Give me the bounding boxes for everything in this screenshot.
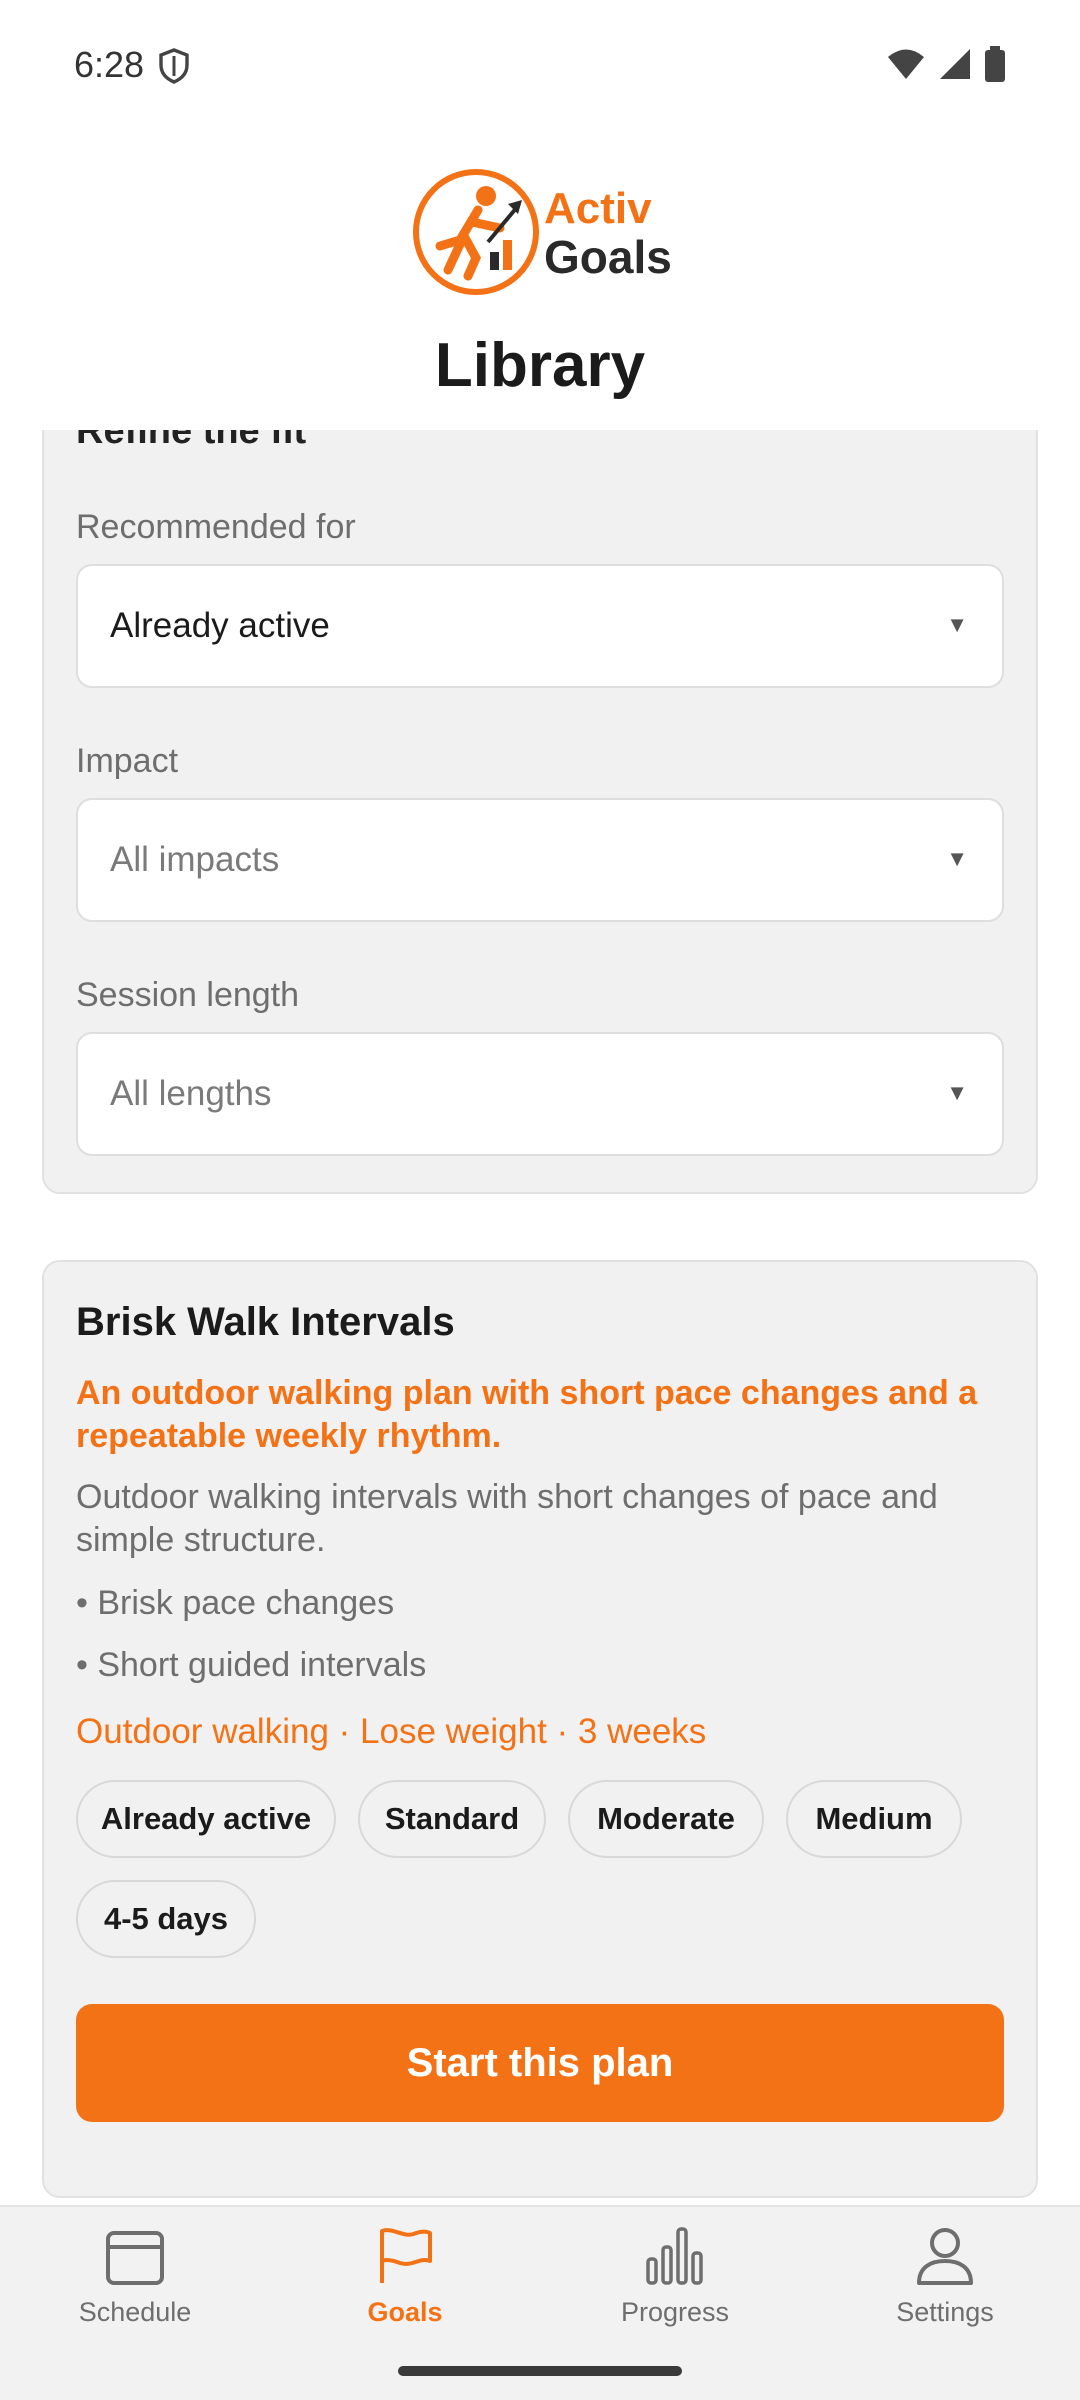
start-plan-button[interactable]: Start this plan <box>76 2004 1004 2122</box>
session-length-value: All lengths <box>110 1074 272 1113</box>
plan-tagline: An outdoor walking plan with short pace … <box>76 1374 978 1455</box>
dropdown-arrow-icon: ▼ <box>946 1080 968 1105</box>
person-icon <box>917 2228 973 2285</box>
plan-card[interactable]: Brisk Walk Intervals An outdoor walking … <box>42 1260 1038 2198</box>
nav-label-goals: Goals <box>367 2297 443 2327</box>
nav-label-progress: Progress <box>620 2297 730 2327</box>
battery-icon <box>984 46 1006 87</box>
impact-value: All impacts <box>110 840 280 879</box>
runner-logo-icon <box>413 169 539 295</box>
nav-label-settings: Settings <box>896 2297 994 2327</box>
session-length-label: Session length <box>76 976 300 1014</box>
status-time: 6:28 <box>74 44 145 85</box>
tag-chip: Medium <box>786 1780 962 1858</box>
tag-chip: Moderate <box>568 1780 764 1858</box>
dropdown-arrow-icon: ▼ <box>946 846 968 871</box>
impact-select[interactable]: All impacts ▼ <box>76 798 1004 922</box>
nav-item-progress[interactable]: Progress <box>540 2225 810 2345</box>
plan-bullet: • Short guided intervals <box>76 1646 427 1684</box>
shield-icon <box>158 48 190 89</box>
calendar-icon <box>106 2231 164 2285</box>
wifi-icon <box>886 48 926 85</box>
plan-meta: Outdoor walking · Lose weight · 3 weeks <box>76 1712 707 1751</box>
tag-chip: Already active <box>76 1780 336 1858</box>
logo-wordmark-activ: Activ <box>544 184 652 233</box>
home-indicator[interactable] <box>398 2366 682 2376</box>
status-icons <box>886 46 1006 87</box>
plan-description: Outdoor walking intervals with short cha… <box>76 1478 938 1559</box>
status-bar: 6:28 <box>0 0 1080 130</box>
cellular-signal-icon <box>938 47 972 86</box>
filter-card-heading: Refine the fit <box>76 430 307 452</box>
dropdown-arrow-icon: ▼ <box>946 612 968 637</box>
nav-item-schedule[interactable]: Schedule <box>0 2225 270 2345</box>
bar-chart-icon <box>646 2227 703 2285</box>
app-screen: 6:28 Activ Goals Library Refine the fit … <box>0 0 1080 2400</box>
flag-icon <box>380 2228 432 2283</box>
logo-wordmark-goals: Goals <box>544 231 672 283</box>
recommended-for-value: Already active <box>110 606 330 645</box>
app-logo: Activ Goals <box>412 166 672 298</box>
plan-bullet: • Brisk pace changes <box>76 1584 395 1622</box>
session-length-select[interactable]: All lengths ▼ <box>76 1032 1004 1156</box>
tag-chip: 4-5 days <box>76 1880 256 1958</box>
plan-title: Brisk Walk Intervals <box>76 1300 455 1344</box>
recommended-for-select[interactable]: Already active ▼ <box>76 564 1004 688</box>
impact-label: Impact <box>76 742 179 780</box>
recommended-for-label: Recommended for <box>76 508 356 546</box>
nav-item-settings[interactable]: Settings <box>810 2225 1080 2345</box>
tag-chip: Standard <box>358 1780 546 1858</box>
filter-card: Refine the fit Recommended for Already a… <box>42 430 1038 1194</box>
nav-label-schedule: Schedule <box>78 2297 192 2327</box>
library-scroll-area[interactable]: Refine the fit Recommended for Already a… <box>0 430 1080 2205</box>
page-title: Library <box>434 331 646 400</box>
nav-item-goals[interactable]: Goals <box>270 2225 540 2345</box>
